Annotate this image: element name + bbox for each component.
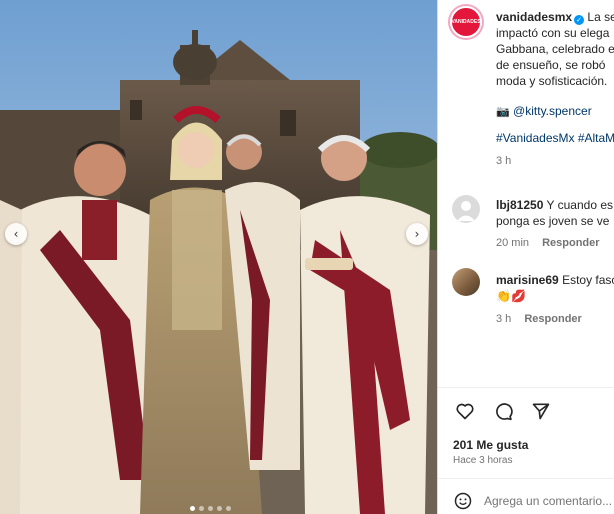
comment-time: 20 min xyxy=(496,237,530,249)
post-image xyxy=(0,0,437,514)
comment-item xyxy=(452,268,480,296)
comment-username[interactable]: marisine69 xyxy=(496,273,559,287)
post-date: Hace 3 horas xyxy=(453,455,513,466)
likes-count[interactable]: 201 Me gusta xyxy=(453,437,528,453)
comment-text: Estoy fasc xyxy=(562,273,614,287)
hashtags-link[interactable]: #VanidadesMx #AltaM xyxy=(496,130,614,146)
mention-link[interactable]: @kitty.spencer xyxy=(513,104,592,118)
comment-input-row xyxy=(452,490,612,512)
caption-time: 3 h xyxy=(496,155,512,167)
caption-line: de ensueño, se robó xyxy=(496,58,606,72)
reply-button[interactable]: Responder xyxy=(542,237,599,249)
actions-divider xyxy=(438,387,614,388)
post-actions xyxy=(454,400,552,422)
comment-content: lbj81250 Y cuando es ponga es joven se v… xyxy=(496,197,613,249)
comment-text: ponga es joven se ve xyxy=(496,214,610,228)
comment-username[interactable]: lbj81250 xyxy=(496,198,543,212)
carousel-dot xyxy=(190,506,195,511)
caption-line: impactó con su elega xyxy=(496,26,610,40)
carousel-dot xyxy=(226,506,231,511)
comment-button[interactable] xyxy=(492,400,514,422)
share-button[interactable] xyxy=(530,400,552,422)
comment-time: 3 h xyxy=(496,313,512,325)
carousel-prev-button[interactable]: ‹ xyxy=(5,223,27,245)
author-avatar[interactable]: VANIDADES xyxy=(450,6,482,38)
reply-button[interactable]: Responder xyxy=(524,313,581,325)
comment-emojis: 👏💋 xyxy=(496,289,526,303)
carousel-dot xyxy=(217,506,222,511)
commenter-avatar[interactable] xyxy=(452,268,480,296)
emoji-button[interactable] xyxy=(452,490,474,512)
default-avatar-icon xyxy=(457,201,475,221)
comment-bubble-icon xyxy=(496,403,513,421)
brand-logo-text: VANIDADES xyxy=(451,19,481,25)
commenter-avatar[interactable] xyxy=(452,195,480,223)
verified-badge-icon: ✓ xyxy=(574,15,585,25)
author-username[interactable]: vanidadesmx xyxy=(496,10,572,24)
comment-text: Y cuando es xyxy=(546,198,614,212)
comment-input[interactable] xyxy=(484,494,612,508)
chevron-left-icon: ‹ xyxy=(13,227,19,241)
caption-line: moda y sofisticación. xyxy=(496,74,608,88)
chevron-right-icon: › xyxy=(414,227,420,241)
heart-icon xyxy=(456,403,474,420)
smiley-icon xyxy=(454,492,472,510)
comment-item xyxy=(452,195,480,223)
caption-line: La se xyxy=(587,10,614,24)
caption-line: Gabbana, celebrado e xyxy=(496,42,614,56)
post-details-panel: VANIDADES vanidadesmx ✓ La se impactó con… xyxy=(438,0,614,514)
camera-icon: 📷 xyxy=(496,105,510,118)
input-divider xyxy=(438,478,614,479)
carousel-dot xyxy=(208,506,213,511)
caption-block: VANIDADES xyxy=(450,6,482,38)
carousel-indicator xyxy=(190,506,231,511)
send-icon xyxy=(532,403,550,420)
instagram-post-view: ‹ › VANIDADES vanidadesmx ✓ La se impactó xyxy=(0,0,614,514)
post-photo[interactable]: ‹ › xyxy=(0,0,437,514)
carousel-next-button[interactable]: › xyxy=(406,223,428,245)
like-button[interactable] xyxy=(454,400,476,422)
caption-text: vanidadesmx ✓ La se impactó con su elega … xyxy=(496,9,614,167)
carousel-dot xyxy=(199,506,204,511)
comment-content: marisine69 Estoy fasc 👏💋 3 h Responder xyxy=(496,272,614,325)
